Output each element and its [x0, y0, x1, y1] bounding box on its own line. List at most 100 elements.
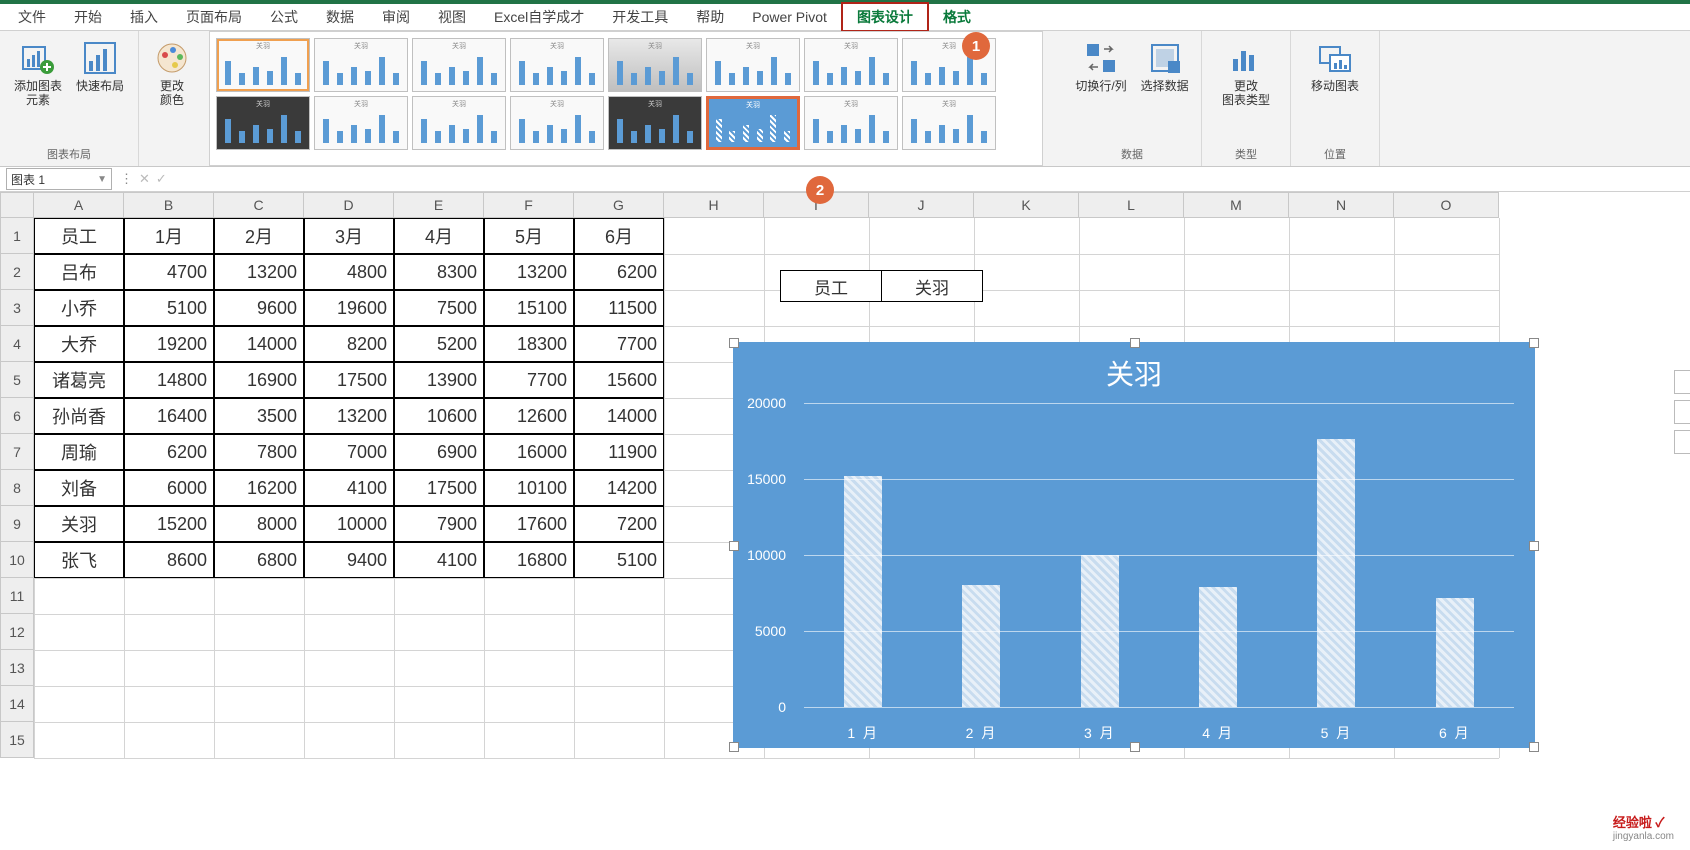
resize-handle[interactable] [729, 742, 739, 752]
cell[interactable]: 8000 [214, 506, 304, 542]
cell[interactable]: 19200 [124, 326, 214, 362]
cell[interactable]: 14200 [574, 470, 664, 506]
embedded-chart[interactable]: 关羽 05000100001500020000 1 月2 月3 月4 月5 月6… [733, 342, 1535, 748]
row-header[interactable]: 12 [0, 614, 34, 650]
cell[interactable]: 16900 [214, 362, 304, 398]
style-1[interactable]: 关羽 [216, 38, 310, 92]
row-header[interactable]: 4 [0, 326, 34, 362]
cell[interactable]: 8300 [394, 254, 484, 290]
cell[interactable]: 13200 [304, 398, 394, 434]
style-12[interactable]: 关羽 [510, 96, 604, 150]
cell[interactable]: 10000 [304, 506, 394, 542]
resize-handle[interactable] [1130, 338, 1140, 348]
menu-file[interactable]: 文件 [4, 4, 60, 30]
col-header[interactable]: N [1289, 192, 1394, 218]
cell[interactable]: 6800 [214, 542, 304, 578]
cell[interactable]: 3500 [214, 398, 304, 434]
row-header[interactable]: 8 [0, 470, 34, 506]
cell[interactable]: 员工 [34, 218, 124, 254]
menu-developer[interactable]: 开发工具 [598, 4, 682, 30]
cell[interactable]: 5月 [484, 218, 574, 254]
cell[interactable]: 6000 [124, 470, 214, 506]
filter-value-cell[interactable]: 关羽 [882, 271, 982, 301]
cell[interactable]: 4100 [394, 542, 484, 578]
style-3[interactable]: 关羽 [412, 38, 506, 92]
fx-cancel-icon[interactable]: ✕ [139, 171, 150, 187]
menu-home[interactable]: 开始 [60, 4, 116, 30]
cell[interactable]: 周瑜 [34, 434, 124, 470]
row-header[interactable]: 7 [0, 434, 34, 470]
cell[interactable]: 14800 [124, 362, 214, 398]
row-header[interactable]: 9 [0, 506, 34, 542]
menu-insert[interactable]: 插入 [116, 4, 172, 30]
col-header[interactable]: H [664, 192, 764, 218]
cell[interactable]: 9400 [304, 542, 394, 578]
switch-row-col-button[interactable]: 切换行/列 [1069, 35, 1132, 144]
style-5[interactable]: 关羽 [608, 38, 702, 92]
quick-layout-button[interactable]: 快速布局 [70, 35, 130, 144]
row-header[interactable]: 14 [0, 686, 34, 722]
cell[interactable]: 5100 [574, 542, 664, 578]
chart-plot-area[interactable] [804, 403, 1514, 707]
cell[interactable]: 7500 [394, 290, 484, 326]
change-chart-type-button[interactable]: 更改 图表类型 [1216, 35, 1276, 112]
style-2[interactable]: 关羽 [314, 38, 408, 92]
cell[interactable]: 13200 [214, 254, 304, 290]
style-7[interactable]: 关羽 [804, 38, 898, 92]
cell[interactable]: 17500 [304, 362, 394, 398]
row-header[interactable]: 1 [0, 218, 34, 254]
menu-custom[interactable]: Excel自学成才 [480, 4, 598, 30]
row-header[interactable]: 13 [0, 650, 34, 686]
filter-cells[interactable]: 员工 关羽 [780, 270, 983, 302]
menu-data[interactable]: 数据 [312, 4, 368, 30]
row-header[interactable]: 6 [0, 398, 34, 434]
cell[interactable]: 3月 [304, 218, 394, 254]
cell[interactable]: 4800 [304, 254, 394, 290]
cell[interactable]: 8200 [304, 326, 394, 362]
menu-help[interactable]: 帮助 [682, 4, 738, 30]
cell[interactable]: 诸葛亮 [34, 362, 124, 398]
style-11[interactable]: 关羽 [412, 96, 506, 150]
cell[interactable]: 7700 [484, 362, 574, 398]
col-header[interactable]: E [394, 192, 484, 218]
cell[interactable]: 6200 [124, 434, 214, 470]
cell[interactable]: 4月 [394, 218, 484, 254]
style-4[interactable]: 关羽 [510, 38, 604, 92]
col-header[interactable]: C [214, 192, 304, 218]
cell[interactable]: 小乔 [34, 290, 124, 326]
cell[interactable]: 8600 [124, 542, 214, 578]
col-header[interactable]: G [574, 192, 664, 218]
cell[interactable]: 7700 [574, 326, 664, 362]
row-header[interactable]: 11 [0, 578, 34, 614]
cell[interactable]: 4700 [124, 254, 214, 290]
cell[interactable]: 5100 [124, 290, 214, 326]
fx-dots-icon[interactable]: ⋮ [120, 171, 133, 187]
cell[interactable]: 刘备 [34, 470, 124, 506]
resize-handle[interactable] [729, 338, 739, 348]
cell[interactable]: 16800 [484, 542, 574, 578]
menu-review[interactable]: 审阅 [368, 4, 424, 30]
cell[interactable]: 13900 [394, 362, 484, 398]
style-13[interactable]: 关羽 [608, 96, 702, 150]
cell[interactable]: 大乔 [34, 326, 124, 362]
menu-view[interactable]: 视图 [424, 4, 480, 30]
col-header[interactable]: M [1184, 192, 1289, 218]
name-box[interactable]: 图表 1▼ [6, 168, 112, 190]
cell[interactable]: 7200 [574, 506, 664, 542]
cell[interactable]: 11900 [574, 434, 664, 470]
resize-handle[interactable] [1529, 742, 1539, 752]
select-all-corner[interactable] [0, 192, 34, 218]
menu-chart-design[interactable]: 图表设计 [841, 2, 929, 32]
filter-label-cell[interactable]: 员工 [781, 271, 882, 301]
cell[interactable]: 6月 [574, 218, 664, 254]
row-header[interactable]: 3 [0, 290, 34, 326]
cell[interactable]: 14000 [574, 398, 664, 434]
cell[interactable]: 18300 [484, 326, 574, 362]
cell[interactable]: 15200 [124, 506, 214, 542]
cell[interactable]: 6200 [574, 254, 664, 290]
col-header[interactable]: B [124, 192, 214, 218]
cell[interactable]: 19600 [304, 290, 394, 326]
cell[interactable]: 10600 [394, 398, 484, 434]
style-15[interactable]: 关羽 [804, 96, 898, 150]
col-header[interactable]: O [1394, 192, 1499, 218]
